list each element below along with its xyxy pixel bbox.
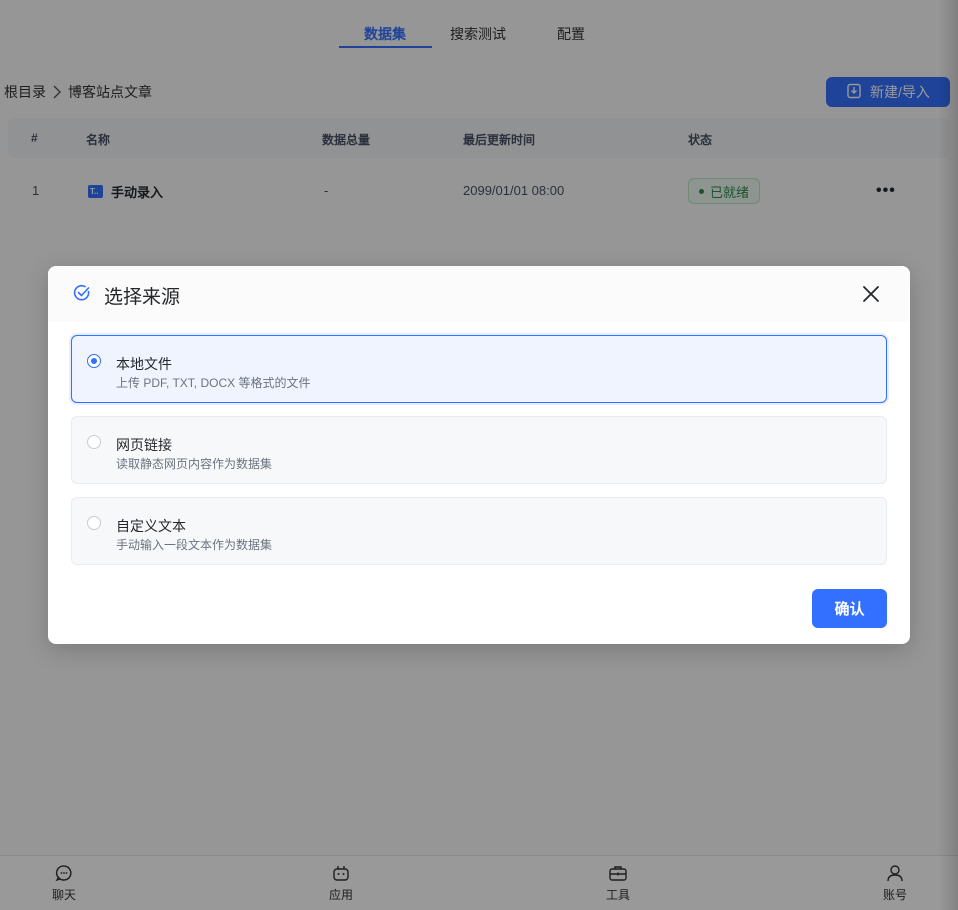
radio-local-file[interactable] bbox=[87, 354, 101, 368]
option-web-link-desc: 读取静态网页内容作为数据集 bbox=[116, 457, 273, 471]
option-custom-text-title: 自定义文本 bbox=[116, 518, 186, 534]
dialog-header: 选择来源 bbox=[48, 266, 910, 322]
option-local-file-title: 本地文件 bbox=[116, 356, 172, 372]
radio-web-link[interactable] bbox=[87, 435, 101, 449]
option-local-file[interactable]: 本地文件 上传 PDF, TXT, DOCX 等格式的文件 bbox=[71, 335, 887, 403]
radio-custom-text[interactable] bbox=[87, 516, 101, 530]
option-local-file-desc: 上传 PDF, TXT, DOCX 等格式的文件 bbox=[116, 376, 311, 390]
check-circle-icon bbox=[73, 284, 91, 307]
overlay-shadow-edge bbox=[938, 0, 958, 910]
option-web-link-title: 网页链接 bbox=[116, 437, 172, 453]
option-custom-text-desc: 手动输入一段文本作为数据集 bbox=[116, 538, 273, 552]
close-icon[interactable] bbox=[860, 283, 882, 305]
confirm-button[interactable]: 确认 bbox=[812, 589, 887, 628]
option-custom-text[interactable]: 自定义文本 手动输入一段文本作为数据集 bbox=[71, 497, 887, 565]
select-source-dialog: 选择来源 本地文件 上传 PDF, TXT, DOCX 等格式的文件 网页链接 … bbox=[48, 266, 910, 644]
dialog-title: 选择来源 bbox=[104, 287, 181, 308]
option-web-link[interactable]: 网页链接 读取静态网页内容作为数据集 bbox=[71, 416, 887, 484]
